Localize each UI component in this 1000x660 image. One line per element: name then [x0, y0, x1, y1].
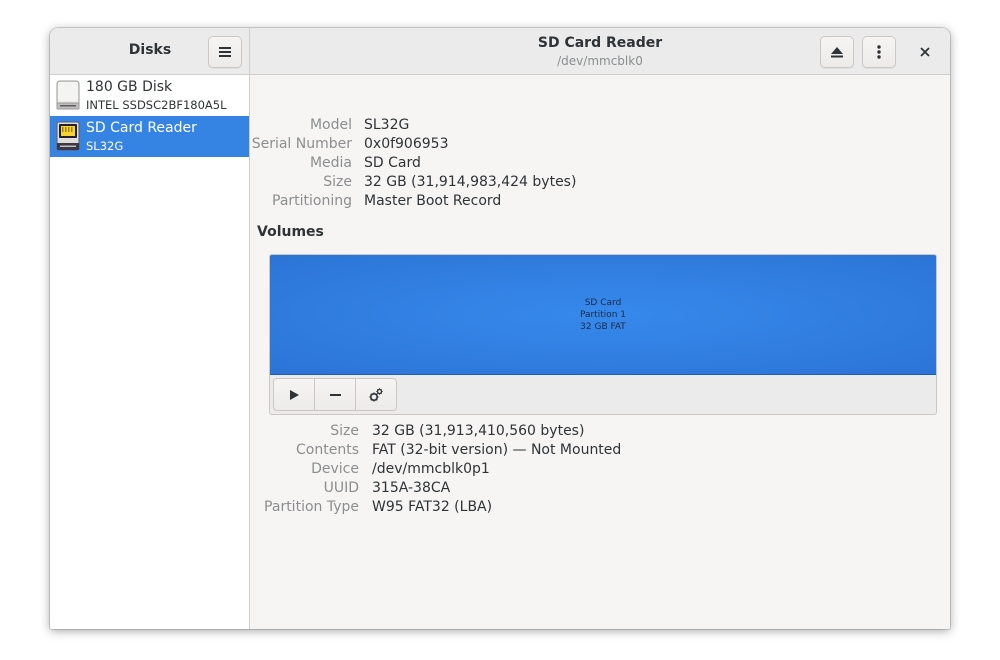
prop-value-size: 32 GB (31,914,983,424 bytes): [364, 174, 577, 190]
disk-name: SD Card Reader: [86, 120, 197, 136]
volume-map: SD Card Partition 1 32 GB FAT: [269, 254, 937, 415]
volume-label-partition-type: Partition Type: [264, 499, 359, 515]
prop-label-model: Model: [309, 117, 352, 133]
prop-label-partitioning: Partitioning: [272, 193, 352, 209]
partition-size: 32 GB FAT: [580, 321, 626, 332]
close-icon: [920, 47, 930, 57]
partition-settings-button[interactable]: [355, 378, 397, 411]
disk-model: SL32G: [86, 139, 124, 153]
main-header: SD Card Reader /dev/mmcblk0: [250, 28, 950, 75]
eject-button[interactable]: [820, 36, 854, 68]
volume-toolbar: [273, 378, 397, 411]
mount-button[interactable]: [273, 378, 315, 411]
disk-list: 180 GB Disk INTEL SSDSC2BF180A5L SD Card…: [50, 75, 250, 629]
eject-icon: [831, 46, 843, 57]
volume-value-size: 32 GB (31,913,410,560 bytes): [372, 423, 585, 439]
gears-icon: [369, 387, 383, 401]
prop-value-serial: 0x0f906953: [364, 136, 449, 152]
volume-label-device: Device: [311, 461, 359, 477]
main-menu-button[interactable]: [208, 36, 242, 68]
disk-list-item-sd-card-reader[interactable]: SD Card Reader SL32G: [50, 116, 249, 157]
volume-value-contents: FAT (32-bit version) — Not Mounted: [372, 442, 622, 458]
sd-card-icon: [56, 121, 80, 151]
close-window-button[interactable]: [913, 40, 937, 64]
partition-label: SD Card: [584, 297, 622, 308]
volume-label-contents: Contents: [296, 442, 359, 458]
volume-value-uuid: 315A-38CA: [372, 480, 451, 496]
delete-partition-button[interactable]: [314, 378, 356, 411]
volume-label-size: Size: [330, 423, 359, 439]
play-icon: [289, 389, 299, 400]
disk-list-item-180gb[interactable]: 180 GB Disk INTEL SSDSC2BF180A5L: [50, 75, 249, 116]
prop-value-partitioning: Master Boot Record: [364, 193, 502, 209]
hamburger-menu-icon: [219, 47, 231, 57]
vertical-dots-icon: [877, 45, 881, 59]
prop-value-media: SD Card: [364, 155, 421, 171]
disk-name: 180 GB Disk: [86, 79, 173, 95]
volume-value-device: /dev/mmcblk0p1: [372, 461, 490, 477]
sidebar-header: Disks: [50, 28, 250, 75]
partition-1-block[interactable]: SD Card Partition 1 32 GB FAT: [270, 255, 936, 375]
drive-options-button[interactable]: [862, 36, 896, 68]
prop-label-size: Size: [323, 174, 352, 190]
volume-value-partition-type: W95 FAT32 (LBA): [372, 499, 493, 515]
partition-number: Partition 1: [579, 309, 627, 320]
volume-label-uuid: UUID: [323, 480, 359, 496]
prop-value-model: SL32G: [364, 117, 410, 133]
prop-label-serial: Serial Number: [251, 136, 352, 152]
volumes-heading: Volumes: [257, 224, 324, 240]
disk-model: INTEL SSDSC2BF180A5L: [86, 98, 227, 112]
prop-label-media: Media: [309, 155, 352, 171]
minus-icon: [329, 393, 341, 396]
hard-disk-icon: [56, 80, 80, 110]
disks-window: Disks SD Card Reader /dev/mmcblk0 180 GB…: [50, 28, 950, 629]
disk-details: Model SL32G Serial Number 0x0f906953 Med…: [250, 75, 950, 629]
